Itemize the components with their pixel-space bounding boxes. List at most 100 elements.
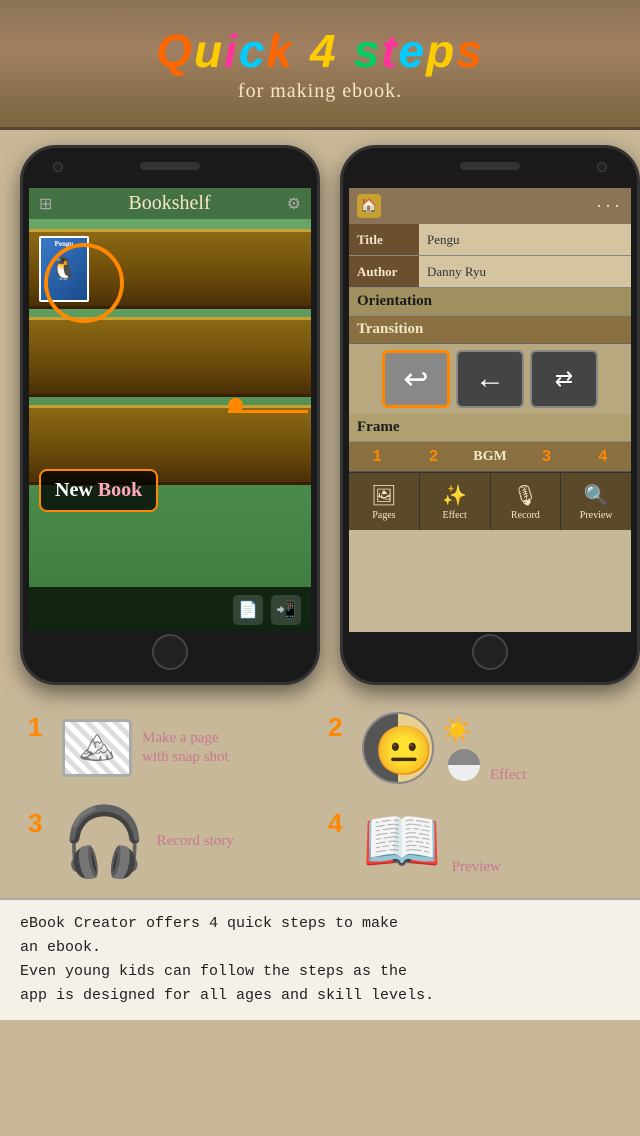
- photo-icon: [62, 719, 132, 777]
- author-value[interactable]: Danny Ryu: [419, 256, 631, 287]
- title-p: p: [426, 24, 456, 78]
- desc-line-2: an ebook.: [20, 939, 101, 956]
- effect-tab-icon: ✨: [442, 483, 467, 508]
- top-banner: Quick 4 steps for making ebook.: [0, 0, 640, 130]
- record-tab-label: Record: [511, 510, 540, 521]
- pages-tab-icon: 🖼: [371, 483, 396, 508]
- description-text: eBook Creator offers 4 quick steps to ma…: [20, 912, 620, 1008]
- face-effect-icon: [362, 712, 434, 784]
- tab-num-4[interactable]: 4: [575, 448, 631, 466]
- author-label: Author: [349, 256, 419, 287]
- preview-tab-icon: 🔍: [584, 483, 609, 508]
- right-phone: 🏠 ··· Title Pengu Author Danny Ryu Orien…: [340, 145, 640, 685]
- left-phone: ⊞ Bookshelf ⚙ 🐧 Pengu: [20, 145, 320, 685]
- desc-line-3: Even young kids can follow the steps as …: [20, 963, 407, 980]
- connector-line: [228, 410, 308, 413]
- effect-tab-label: Effect: [443, 510, 467, 521]
- book-text: Book: [93, 479, 142, 501]
- orientation-header: Orientation: [349, 288, 631, 316]
- settings-icon: ⚙: [287, 194, 301, 214]
- contrast-icon: [448, 749, 480, 781]
- tab-record[interactable]: 🎙 Record: [491, 473, 562, 530]
- left-phone-home-button[interactable]: [152, 634, 188, 670]
- step-4-label: Preview: [452, 859, 501, 876]
- left-phone-camera: [53, 162, 63, 172]
- title-4: 4: [310, 24, 338, 78]
- step-1-number: 1: [28, 712, 52, 743]
- transition-btn-3[interactable]: ⇄: [530, 350, 598, 408]
- transition-btn-2[interactable]: ←: [456, 350, 524, 408]
- bgm-label: BGM: [462, 449, 518, 465]
- sun-brightness-icon: ☀️: [442, 716, 480, 745]
- right-phone-screen: 🏠 ··· Title Pengu Author Danny Ryu Orien…: [349, 188, 631, 632]
- rp-home-icon[interactable]: 🏠: [357, 194, 381, 218]
- tab-bar: 🖼 Pages ✨ Effect 🎙 Record 🔍 Preview: [349, 472, 631, 530]
- step-1-label: Make a page with snap shot: [142, 729, 229, 768]
- rp-more-dots[interactable]: ···: [596, 196, 623, 217]
- new-text: New: [55, 479, 93, 501]
- right-phone-camera: [597, 162, 607, 172]
- step-3-icon-area: 🎧: [62, 808, 147, 876]
- step-1-cell: 1 Make a page with snap shot: [20, 700, 320, 796]
- grid-icon: ⊞: [39, 194, 52, 214]
- record-tab-icon: 🎙: [513, 483, 538, 508]
- desc-line-4: app is designed for all ages and skill l…: [20, 987, 434, 1004]
- tab-num-2[interactable]: 2: [405, 448, 461, 466]
- step-2-label: Effect: [490, 767, 526, 784]
- frame-header: Frame: [349, 414, 631, 442]
- transition-btn-1[interactable]: ↩: [382, 350, 450, 408]
- title-value[interactable]: Pengu: [419, 224, 631, 255]
- title-label: Title: [349, 224, 419, 255]
- left-phone-speaker: [140, 162, 200, 170]
- tab-num-3[interactable]: 3: [518, 448, 574, 466]
- step-2-icons-group: ☀️: [362, 712, 480, 784]
- description-section: eBook Creator offers 4 quick steps to ma…: [0, 898, 640, 1020]
- tab-preview[interactable]: 🔍 Preview: [561, 473, 631, 530]
- preview-tab-label: Preview: [580, 510, 613, 521]
- step-4-cell: 4 📖 Preview: [320, 796, 620, 888]
- transition-header: Transition: [349, 316, 631, 344]
- title-k: k: [266, 24, 294, 78]
- tab-pages[interactable]: 🖼 Pages: [349, 473, 420, 530]
- banner-subtitle: for making ebook.: [238, 80, 402, 103]
- add-page-icon[interactable]: 📄: [233, 595, 263, 625]
- headphones-icon: 🎧: [62, 808, 147, 876]
- phones-row: ⊞ Bookshelf ⚙ 🐧 Pengu: [0, 130, 640, 690]
- author-field-row: Author Danny Ryu: [349, 256, 631, 288]
- title-q: Q: [156, 24, 194, 78]
- bookshelf-title: Bookshelf: [128, 192, 210, 215]
- import-icon[interactable]: 📲: [271, 595, 301, 625]
- banner-title: Quick 4 steps: [156, 24, 484, 78]
- step-2-number: 2: [328, 712, 352, 743]
- bgm-row: 1 2 BGM 3 4: [349, 442, 631, 472]
- title-ps: s: [456, 24, 484, 78]
- title-u: u: [194, 24, 224, 78]
- step-4-number: 4: [328, 808, 352, 839]
- tab-effect[interactable]: ✨ Effect: [420, 473, 491, 530]
- title-s: s: [354, 24, 382, 78]
- steps-section: 1 Make a page with snap shot 2 ☀️ Effect…: [0, 690, 640, 898]
- step-2-cell: 2 ☀️ Effect: [320, 700, 620, 796]
- title-c: c: [239, 24, 267, 78]
- bookshelf-header: ⊞ Bookshelf ⚙: [29, 188, 311, 219]
- tab-num-1[interactable]: 1: [349, 448, 405, 466]
- step-3-number: 3: [28, 808, 52, 839]
- new-book-label: New Book: [39, 469, 158, 512]
- step-1-icon-area: [62, 719, 132, 777]
- title-i: i: [224, 24, 239, 78]
- effect-controls: ☀️: [442, 716, 480, 781]
- desc-line-1: eBook Creator offers 4 quick steps to ma…: [20, 915, 398, 932]
- step-3-cell: 3 🎧 Record story: [20, 796, 320, 888]
- right-phone-speaker: [460, 162, 520, 170]
- shelf-row-2: [29, 317, 311, 397]
- step-3-label: Record story: [157, 832, 234, 852]
- highlight-circle: [44, 243, 124, 323]
- right-phone-home-button[interactable]: [472, 634, 508, 670]
- title-t: t: [381, 24, 398, 78]
- step-2-icon-area: ☀️: [362, 712, 480, 784]
- pages-tab-label: Pages: [372, 510, 395, 521]
- left-phone-bottombar: 📄 📲: [29, 587, 311, 632]
- title-e: e: [399, 24, 427, 78]
- title-field-row: Title Pengu: [349, 224, 631, 256]
- step-4-icon-area: 📖: [362, 810, 442, 874]
